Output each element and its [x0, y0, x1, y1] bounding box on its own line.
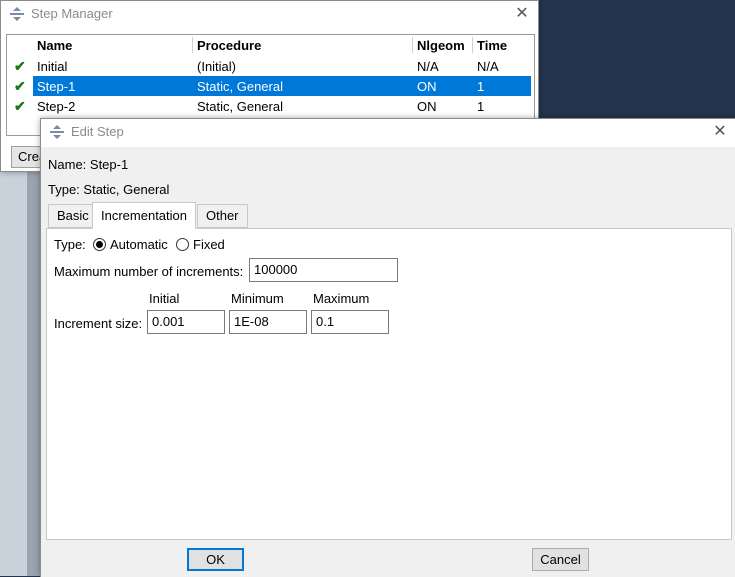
edit-step-title: Edit Step: [71, 124, 124, 139]
tab-basic[interactable]: Basic: [48, 204, 98, 228]
type-label: Type:: [54, 237, 86, 252]
step-time: 1: [477, 99, 485, 114]
step-nlgeom: ON: [417, 79, 437, 94]
column-header-time[interactable]: Time: [477, 38, 507, 53]
maximum-increment-field[interactable]: 0.1: [311, 310, 389, 334]
step-name: Step-1: [37, 79, 76, 94]
initial-increment-field[interactable]: 0.001: [147, 310, 225, 334]
step-name-line: Name: Step-1: [48, 157, 129, 172]
close-icon[interactable]: ✕: [710, 122, 730, 142]
radio-automatic[interactable]: [93, 238, 106, 251]
row-cells: Step-2 Static, General ON 1: [33, 96, 531, 116]
cancel-button[interactable]: Cancel: [532, 548, 589, 571]
column-label-initial: Initial: [149, 291, 180, 306]
ok-button[interactable]: OK: [187, 548, 244, 571]
table-row[interactable]: ✔ Step-2 Static, General ON 1: [7, 96, 534, 116]
minimum-increment-field[interactable]: 1E-08: [229, 310, 307, 334]
radio-fixed[interactable]: [176, 238, 189, 251]
step-procedure: Static, General: [197, 99, 283, 114]
column-label-minimum: Minimum: [231, 291, 284, 306]
row-cells: Step-1 Static, General ON 1: [33, 76, 531, 96]
step-manager-title: Step Manager: [31, 6, 113, 21]
column-header-name[interactable]: Name: [37, 38, 72, 53]
step-procedure: Static, General: [197, 79, 283, 94]
column-header-nlgeom[interactable]: Nlgeom: [417, 38, 465, 53]
max-increments-label: Maximum number of increments:: [54, 264, 244, 279]
column-divider: [472, 37, 473, 53]
incrementation-panel: Type: Automatic Fixed Maximum number of …: [46, 228, 732, 540]
column-divider: [412, 37, 413, 53]
increment-size-label: Increment size:: [54, 316, 143, 331]
tab-other[interactable]: Other: [197, 204, 248, 228]
column-label-maximum: Maximum: [313, 291, 370, 306]
close-icon[interactable]: ✕: [512, 4, 532, 24]
abaqus-step-icon: [50, 125, 64, 139]
step-nlgeom: N/A: [417, 59, 439, 74]
abaqus-step-icon: [10, 7, 24, 21]
table-row-selected[interactable]: ✔ Step-1 Static, General ON 1: [7, 76, 534, 96]
tab-incrementation[interactable]: Incrementation: [92, 202, 196, 229]
step-type-line: Type: Static, General: [48, 182, 170, 197]
check-icon: ✔: [14, 98, 26, 114]
step-name: Step-2: [37, 99, 76, 114]
edit-step-titlebar[interactable]: Edit Step ✕: [41, 119, 735, 147]
radio-automatic-label[interactable]: Automatic: [110, 237, 168, 252]
column-header-procedure[interactable]: Procedure: [197, 38, 261, 53]
edit-step-window: Edit Step ✕ Name: Step-1 Type: Static, G…: [40, 118, 735, 577]
table-header: Name Procedure Nlgeom Time: [7, 35, 534, 55]
step-procedure: (Initial): [197, 59, 237, 74]
column-divider: [192, 37, 193, 53]
row-cells: Initial (Initial) N/A N/A: [33, 56, 531, 76]
check-icon: ✔: [14, 78, 26, 94]
step-time: 1: [477, 79, 485, 94]
radio-fixed-label[interactable]: Fixed: [193, 237, 225, 252]
table-row[interactable]: ✔ Initial (Initial) N/A N/A: [7, 56, 534, 76]
step-name: Initial: [37, 59, 68, 74]
check-icon: ✔: [14, 58, 26, 74]
max-increments-field[interactable]: 100000: [249, 258, 398, 282]
step-time: N/A: [477, 59, 499, 74]
step-manager-titlebar[interactable]: Step Manager ✕: [1, 1, 538, 27]
step-nlgeom: ON: [417, 99, 437, 114]
